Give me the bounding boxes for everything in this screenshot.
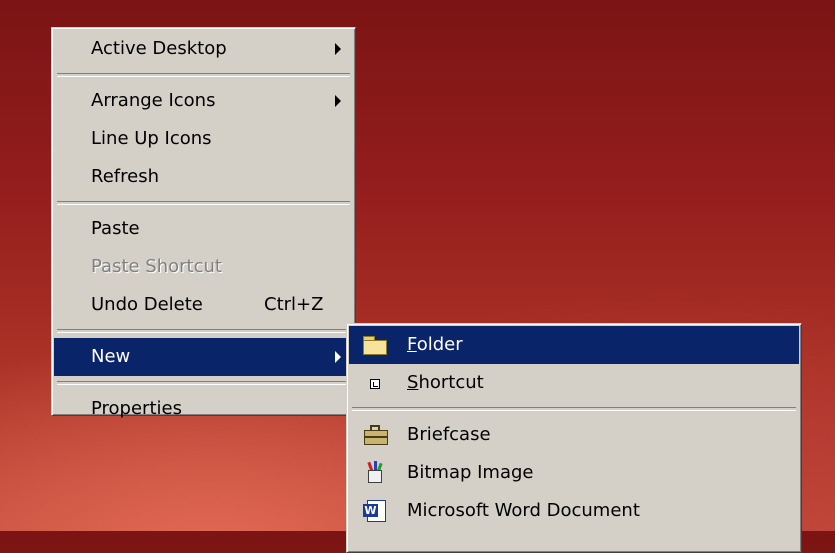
menu-item-new[interactable]: New bbox=[54, 338, 353, 376]
menu-item-active-desktop[interactable]: Active Desktop bbox=[54, 30, 353, 68]
menu-item-undo-delete[interactable]: Undo Delete Ctrl+Z bbox=[54, 286, 353, 324]
menu-item-label: Active Desktop bbox=[91, 38, 227, 59]
menu-separator bbox=[57, 73, 350, 77]
menu-item-line-up-icons[interactable]: Line Up Icons bbox=[54, 120, 353, 158]
submenu-arrow-icon bbox=[335, 43, 341, 55]
menu-mnemonic: S bbox=[407, 372, 419, 393]
submenu-item-folder[interactable]: Folder bbox=[349, 326, 799, 364]
briefcase-icon bbox=[363, 423, 389, 447]
menu-separator bbox=[57, 381, 350, 385]
menu-separator bbox=[57, 329, 350, 333]
submenu-item-word-document[interactable]: W Microsoft Word Document bbox=[349, 492, 799, 530]
desktop-context-menu: Active Desktop Arrange Icons Line Up Ico… bbox=[51, 27, 356, 419]
menu-item-label: Microsoft Word Document bbox=[407, 500, 640, 521]
bitmap-icon bbox=[363, 461, 389, 485]
menu-item-label: Refresh bbox=[91, 166, 159, 187]
menu-item-properties[interactable]: Properties bbox=[54, 390, 353, 428]
shortcut-icon bbox=[363, 371, 389, 395]
submenu-arrow-icon bbox=[335, 95, 341, 107]
menu-item-label: Arrange Icons bbox=[91, 90, 216, 111]
menu-mnemonic: F bbox=[407, 334, 417, 355]
menu-item-label: Undo Delete bbox=[91, 294, 203, 315]
menu-item-arrange-icons[interactable]: Arrange Icons bbox=[54, 82, 353, 120]
menu-item-label: Bitmap Image bbox=[407, 462, 534, 483]
menu-item-label: Briefcase bbox=[407, 424, 491, 445]
menu-item-label: Paste Shortcut bbox=[91, 256, 222, 277]
submenu-item-shortcut[interactable]: Shortcut bbox=[349, 364, 799, 402]
menu-item-label: New bbox=[91, 346, 131, 367]
menu-item-paste-shortcut: Paste Shortcut bbox=[54, 248, 353, 286]
menu-item-refresh[interactable]: Refresh bbox=[54, 158, 353, 196]
menu-item-label: Paste bbox=[91, 218, 140, 239]
menu-item-label: older bbox=[416, 334, 463, 355]
folder-icon bbox=[363, 333, 389, 357]
submenu-arrow-icon bbox=[335, 351, 341, 363]
word-document-icon: W bbox=[363, 499, 389, 523]
menu-item-label: hortcut bbox=[418, 372, 484, 393]
menu-item-paste[interactable]: Paste bbox=[54, 210, 353, 248]
menu-separator bbox=[352, 407, 796, 411]
menu-item-label: Properties bbox=[91, 398, 182, 419]
keyboard-shortcut: Ctrl+Z bbox=[264, 294, 324, 315]
submenu-item-bitmap-image[interactable]: Bitmap Image bbox=[349, 454, 799, 492]
menu-separator bbox=[57, 201, 350, 205]
submenu-item-briefcase[interactable]: Briefcase bbox=[349, 416, 799, 454]
new-submenu: Folder Shortcut Briefcase Bitmap Image W… bbox=[346, 323, 802, 553]
menu-item-label: Line Up Icons bbox=[91, 128, 212, 149]
